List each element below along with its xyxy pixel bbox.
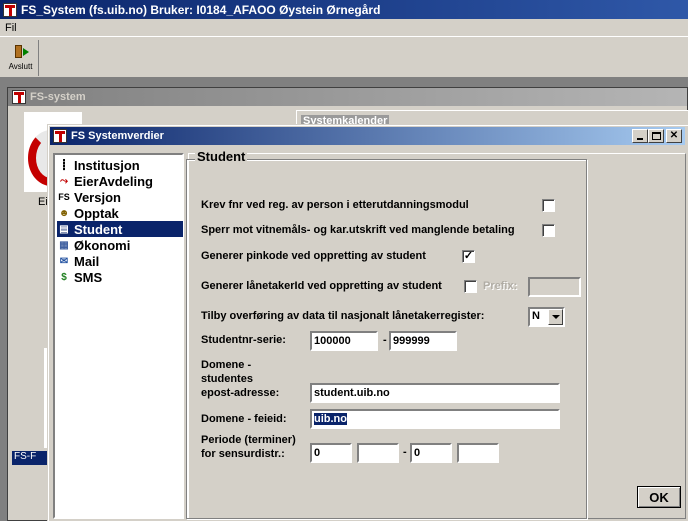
nav-item-label: Opptak: [74, 205, 119, 221]
studentnr-label: Studentnr-serie:: [201, 334, 286, 346]
fs-app-icon: [12, 90, 26, 104]
nav-item-versjon[interactable]: FS Versjon: [57, 189, 183, 205]
tilby-select[interactable]: N: [528, 307, 565, 327]
domene-feide-label: Domene - feieid:: [201, 413, 287, 425]
fs-bottom-label: FS-F: [12, 451, 52, 465]
nav-item-label: Mail: [74, 253, 100, 269]
pinkode-checkbox[interactable]: ✓: [462, 250, 475, 263]
systemverdier-dialog: FS Systemverdier ✕ ┋ Institusjon ⤳ EierA…: [47, 124, 688, 521]
exit-button[interactable]: Avslutt: [3, 40, 39, 76]
periode-dash: -: [403, 446, 407, 458]
tilby-label: Tilby overføring av data til nasjonalt l…: [201, 310, 485, 322]
nav-item-mail[interactable]: ✉ Mail: [57, 253, 183, 269]
krev-fnr-label: Krev fnr ved reg. av person i etterutdan…: [201, 199, 469, 211]
periode-label-line1: Periode (terminer): [201, 434, 296, 446]
nav-item-student[interactable]: ▤ Student: [57, 221, 183, 237]
nav-item-label: SMS: [74, 269, 103, 285]
ok-button[interactable]: OK: [637, 486, 681, 508]
studentnr-from-field[interactable]: 100000: [310, 331, 378, 351]
prefix-field[interactable]: [528, 277, 581, 297]
periode-field-1[interactable]: 0: [310, 443, 352, 463]
student-group-title: Student: [195, 149, 248, 164]
dropdown-arrow-icon[interactable]: [548, 309, 563, 325]
category-list[interactable]: ┋ Institusjon ⤳ EierAvdeling FS Versjon …: [53, 153, 184, 519]
nav-item-opptak[interactable]: ☻ Opptak: [57, 205, 183, 221]
tilby-select-value: N: [532, 310, 540, 322]
periode-field-4[interactable]: [457, 443, 499, 463]
sperr-label: Sperr mot vitnemåls- og kar.utskrift ved…: [201, 224, 515, 236]
studentnr-to-field[interactable]: 999999: [389, 331, 457, 351]
nav-item-label: Student: [74, 221, 123, 237]
domene-feide-value: uib.no: [314, 413, 347, 425]
org-chart-icon: ⤳: [60, 175, 68, 187]
pinkode-label: Generer pinkode ved oppretting av studen…: [201, 250, 426, 262]
close-button[interactable]: ✕: [666, 129, 682, 143]
fs-version-icon: FS: [58, 192, 70, 202]
domene-epost-field[interactable]: student.uib.no: [310, 383, 560, 403]
prefix-label: Prefix:: [483, 280, 518, 292]
exit-door-icon: [13, 44, 29, 60]
sperr-checkbox[interactable]: [542, 224, 555, 237]
maximize-icon: [651, 132, 661, 140]
institution-icon: ┋: [60, 159, 68, 171]
periode-field-3[interactable]: 0: [410, 443, 452, 463]
krev-fnr-checkbox[interactable]: [542, 199, 555, 212]
nav-item-okonomi[interactable]: ▦ Økonomi: [57, 237, 183, 253]
mail-icon: ✉: [59, 255, 69, 267]
domene-epost-label-line2: studentes: [201, 373, 253, 385]
exit-button-label: Avslutt: [8, 62, 33, 71]
laanetaker-checkbox[interactable]: [464, 280, 477, 293]
nav-item-label: EierAvdeling: [74, 173, 153, 189]
maximize-button[interactable]: [648, 129, 664, 143]
toolbar: Avslutt: [0, 37, 688, 78]
periode-field-2[interactable]: [357, 443, 399, 463]
minimize-icon: [637, 138, 643, 140]
minimize-button[interactable]: [632, 129, 648, 143]
periode-label-line2: for sensurdistr.:: [201, 448, 285, 460]
domene-feide-field[interactable]: uib.no: [310, 409, 560, 429]
nav-item-label: Institusjon: [74, 157, 140, 173]
main-window-title: FS_System (fs.uib.no) Bruker: I0184_AFAO…: [21, 2, 381, 17]
sms-icon: $: [61, 271, 67, 283]
studentnr-dash: -: [383, 334, 387, 346]
domene-epost-label-line1: Domene -: [201, 359, 252, 371]
main-title-bar: FS_System (fs.uib.no) Bruker: I0184_AFAO…: [0, 0, 688, 19]
fs-app-icon: [53, 129, 67, 143]
dialog-title-bar[interactable]: FS Systemverdier ✕: [50, 127, 685, 145]
nav-item-sms[interactable]: $ SMS: [57, 269, 183, 285]
laanetaker-label: Generer lånetakerId ved oppretting av st…: [201, 280, 442, 292]
close-icon: ✕: [669, 130, 679, 141]
student-icon: ▤: [59, 223, 69, 235]
nav-item-institusjon[interactable]: ┋ Institusjon: [57, 157, 183, 173]
menu-bar: Fil: [0, 19, 688, 37]
domene-epost-label-line3: epost-adresse:: [201, 387, 280, 399]
dialog-title: FS Systemverdier: [71, 130, 164, 142]
admission-icon: ☻: [58, 207, 70, 219]
nav-item-label: Versjon: [74, 189, 121, 205]
fs-app-icon: [3, 2, 17, 17]
economy-icon: ▦: [59, 239, 69, 251]
nav-item-label: Økonomi: [74, 237, 131, 253]
nav-item-eieravdeling[interactable]: ⤳ EierAvdeling: [57, 173, 183, 189]
fs-system-title-bar[interactable]: FS-system: [8, 88, 687, 106]
menu-fil[interactable]: Fil: [5, 22, 17, 34]
fs-system-title: FS-system: [30, 91, 86, 103]
